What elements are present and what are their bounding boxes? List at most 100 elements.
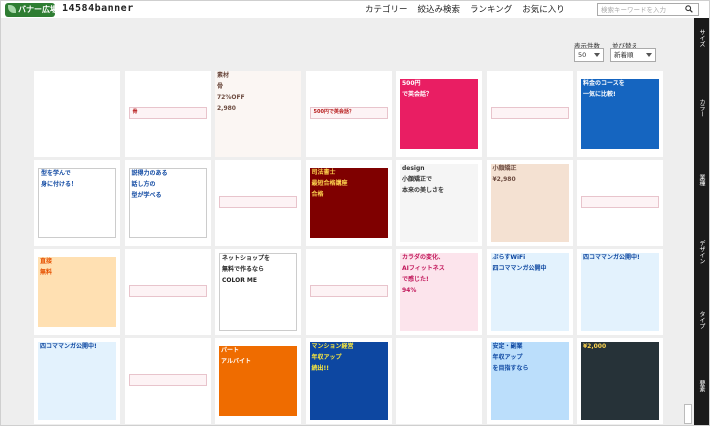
nav-ranking[interactable]: ランキング [470, 3, 512, 15]
banner-card[interactable]: 骨 [124, 71, 211, 157]
banner-text: 一気に比較! [583, 90, 616, 98]
banner-text: 身に付ける！ [41, 180, 78, 188]
banner-image: 小顔矯正 ¥2,980 [490, 164, 569, 242]
leaf-icon [8, 5, 16, 13]
banner-card[interactable]: 小顔矯正 ¥2,980 [486, 160, 573, 246]
banner-card[interactable]: 直接 無料 [34, 249, 120, 335]
banner-image [581, 196, 659, 208]
banner-image [219, 196, 297, 208]
nav-filter-search[interactable]: 絞込み検索 [418, 3, 461, 15]
banner-card[interactable]: パート アルバイト [215, 338, 301, 424]
banner-text: ネットショップを [222, 255, 271, 262]
banner-image: design 小顔矯正で本来の美しさを [400, 164, 478, 242]
banner-image: 安定・副業 年収アップ を目指すなら [490, 342, 569, 420]
banner-text: 続出!! [311, 364, 329, 372]
banner-image: ネットショップを 無料で作るなら COLOR ME [219, 253, 297, 331]
banner-text: 年収アップ [311, 353, 342, 361]
banner-card[interactable] [215, 160, 301, 246]
banner-card[interactable]: 安定・副業 年収アップ を目指すなら [486, 338, 573, 424]
chevron-down-icon [646, 53, 652, 57]
banner-text: 小顔矯正 [492, 165, 517, 172]
banner-image: マンション経営 年収アップ続出!! [309, 342, 388, 420]
rail-tab[interactable]: 業種 [694, 160, 709, 200]
search-icon[interactable] [685, 5, 693, 13]
banner-card[interactable]: 司法書士 最短合格講座 合格 [305, 160, 392, 246]
banner-image: 直接 無料 [38, 257, 116, 327]
banner-text: 四コママンガ公開中 [492, 264, 547, 272]
banner-text: を目指すなら [492, 364, 529, 372]
logo-text: バナー広場 [18, 5, 55, 14]
rail-tab[interactable]: サイズ [694, 18, 709, 58]
banner-text: AIフィットネス [402, 264, 445, 272]
banner-card[interactable]: ネットショップを 無料で作るなら COLOR ME [215, 249, 301, 335]
banner-text: 最短合格講座 [311, 179, 348, 187]
banner-text: 四コママンガ公開中! [583, 254, 640, 261]
banner-text: 素材 [217, 72, 230, 79]
banner-card[interactable] [305, 249, 392, 335]
banner-text: ¥2,000 [583, 343, 607, 350]
banner-text: 話し方の [131, 180, 156, 188]
banner-card[interactable]: design 小顔矯正で本来の美しさを [396, 160, 482, 246]
banner-card[interactable]: 四コママンガ公開中! [34, 338, 120, 424]
banner-card[interactable] [396, 338, 482, 424]
display-count-select[interactable]: 50 [574, 48, 604, 62]
banner-card[interactable] [124, 338, 211, 424]
banner-text: マンション経営 [311, 343, 354, 350]
banner-text: ぷらすWiFi [492, 254, 526, 261]
site-logo[interactable]: バナー広場 [5, 3, 55, 17]
sort-select[interactable]: 新着順 [610, 48, 656, 62]
banner-card[interactable]: カラダの変化、 AIフィットネス で感じた! 94% [396, 249, 482, 335]
banner-image: パート アルバイト [219, 346, 297, 416]
banner-card[interactable]: 500円で英会話？ [396, 71, 482, 157]
banner-text: 本来の美しさを [402, 186, 445, 194]
banner-card[interactable]: ¥2,000 [577, 338, 663, 424]
search-input[interactable] [597, 3, 699, 16]
banner-card[interactable] [577, 160, 663, 246]
banner-image: 料金のコースを 一気に比較! [581, 79, 659, 149]
nav-favorites[interactable]: お気に入り [522, 3, 565, 15]
chevron-down-icon [594, 53, 600, 57]
banner-text: COLOR ME [222, 276, 257, 284]
scrollbar-thumb[interactable] [684, 404, 692, 424]
banner-text: ¥2,980 [492, 175, 516, 183]
banner-image: 四コママンガ公開中! [38, 342, 116, 420]
banner-image [490, 107, 569, 119]
banner-image: カラダの変化、 AIフィットネス で感じた! 94% [400, 253, 478, 331]
banner-text: 料金のコースを [583, 80, 625, 87]
banner-image: ぷらすWiFi 四コママンガ公開中 [490, 253, 569, 331]
banner-image: 500円で英会話？ [400, 79, 478, 149]
rail-tab[interactable]: デザイン [694, 232, 709, 272]
banner-text: 小顔矯正で [402, 175, 433, 183]
banner-card[interactable]: マンション経営 年収アップ続出!! [305, 338, 392, 424]
banner-card[interactable] [124, 249, 211, 335]
banner-image [128, 374, 207, 386]
banner-card[interactable] [486, 71, 573, 157]
banner-text: 無料で作るなら [222, 265, 265, 273]
banner-text: 型を学んで [41, 170, 71, 177]
banner-card[interactable]: 500円で英会話？ [305, 71, 392, 157]
rail-tab[interactable]: タイプ [694, 300, 709, 340]
nav-category[interactable]: カテゴリー [365, 3, 408, 15]
banner-card[interactable]: 素材骨 72%OFF 2,980 [215, 71, 301, 157]
rail-tab[interactable]: カラー [694, 88, 709, 128]
banner-image: 司法書士 最短合格講座 合格 [309, 168, 388, 238]
banner-image [128, 285, 207, 297]
banner-card[interactable] [34, 71, 120, 157]
site-header: バナー広場 14584banner カテゴリー 絞込み検索 ランキング お気に入… [1, 1, 709, 18]
banner-card[interactable]: ぷらすWiFi 四コママンガ公開中 [486, 249, 573, 335]
banner-text: 型が学べる [131, 191, 162, 199]
banner-text: 94% [402, 286, 417, 294]
banner-image: 説得力のある 話し方の型が学べる [128, 168, 207, 238]
filter-rail: サイズカラー業種デザインタイプ要素 [694, 18, 709, 425]
rail-tab[interactable]: 要素 [694, 366, 709, 406]
banner-text: で感じた! [402, 275, 429, 283]
banner-text: カラダの変化、 [402, 254, 445, 261]
banner-text: 説得力のある [131, 170, 168, 177]
banner-text: design [402, 165, 425, 172]
banner-text: 四コママンガ公開中! [40, 343, 97, 350]
banner-card[interactable]: 型を学んで身に付ける！ [34, 160, 120, 246]
banner-card[interactable]: 四コママンガ公開中! [577, 249, 663, 335]
banner-card[interactable]: 説得力のある 話し方の型が学べる [124, 160, 211, 246]
banner-card[interactable]: 料金のコースを 一気に比較! [577, 71, 663, 157]
banner-image: 型を学んで身に付ける！ [38, 168, 116, 238]
